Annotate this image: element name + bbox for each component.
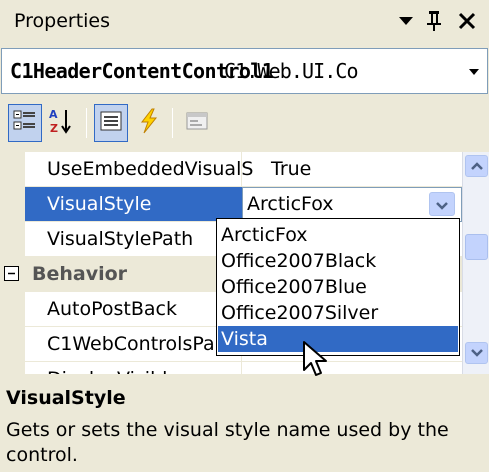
pin-icon[interactable] bbox=[420, 4, 448, 38]
property-name: VisualStyle bbox=[47, 193, 152, 215]
window-title: Properties bbox=[14, 10, 111, 32]
dropdown-option[interactable]: Office2007Black bbox=[218, 248, 458, 274]
selector-dropdown-arrow-icon[interactable] bbox=[464, 61, 484, 83]
close-icon[interactable] bbox=[453, 4, 481, 38]
selected-object-type: C1.Web.UI.Co bbox=[224, 59, 359, 83]
scroll-thumb[interactable] bbox=[465, 234, 488, 260]
description-panel: VisualStyle Gets or sets the visual styl… bbox=[0, 378, 489, 472]
toolbar-separator bbox=[172, 108, 173, 138]
object-selector[interactable]: C1HeaderContentControl1 C1.Web.UI.Co bbox=[1, 48, 488, 94]
dropdown-option[interactable]: ArcticFox bbox=[218, 222, 458, 248]
properties-button[interactable] bbox=[94, 104, 128, 142]
property-pages-button[interactable] bbox=[180, 104, 214, 142]
visualstyle-value-editor[interactable]: ArcticFox bbox=[242, 187, 462, 222]
events-button[interactable] bbox=[132, 104, 166, 142]
property-pages-icon bbox=[185, 109, 209, 137]
category-name: Behavior bbox=[32, 263, 128, 285]
description-text: Gets or sets the visual style name used … bbox=[6, 419, 449, 466]
vertical-scrollbar[interactable] bbox=[462, 152, 489, 374]
svg-text:A: A bbox=[49, 108, 58, 121]
categorized-button[interactable] bbox=[8, 104, 42, 142]
visualstyle-dropdown-list[interactable]: ArcticFox Office2007Black Office2007Blue… bbox=[216, 218, 460, 356]
property-value[interactable]: True bbox=[271, 152, 311, 187]
property-name: DisplayVisible bbox=[47, 362, 259, 374]
alphabetical-button[interactable]: A Z bbox=[44, 104, 78, 142]
value-dropdown-button[interactable] bbox=[429, 192, 455, 216]
alphabetical-sort-icon: A Z bbox=[48, 107, 74, 139]
window-position-dropdown-icon[interactable] bbox=[392, 4, 420, 38]
chevron-down-icon bbox=[436, 195, 448, 214]
property-row[interactable]: UseEmbeddedVisualS True bbox=[25, 152, 462, 187]
svg-text:Z: Z bbox=[50, 122, 58, 135]
scroll-down-button[interactable] bbox=[465, 342, 488, 364]
toolbar-separator bbox=[86, 108, 87, 138]
lightning-events-icon bbox=[137, 108, 161, 138]
collapse-icon[interactable] bbox=[4, 266, 19, 281]
properties-toolbar: A Z bbox=[0, 98, 489, 150]
property-value: ArcticFox bbox=[247, 193, 334, 215]
properties-titlebar: Properties bbox=[0, 0, 489, 44]
dropdown-option[interactable]: Office2007Silver bbox=[218, 300, 458, 326]
dropdown-option[interactable]: Office2007Blue bbox=[218, 274, 458, 300]
mouse-cursor-icon bbox=[302, 340, 330, 380]
properties-list-icon bbox=[99, 109, 123, 137]
dropdown-option-highlighted[interactable]: Vista bbox=[218, 326, 458, 352]
property-row[interactable]: DisplayVisible bbox=[25, 362, 462, 374]
description-title: VisualStyle bbox=[6, 387, 126, 409]
categorized-icon bbox=[13, 109, 37, 137]
scroll-up-button[interactable] bbox=[465, 155, 488, 177]
property-name: UseEmbeddedVisualS bbox=[47, 158, 254, 180]
